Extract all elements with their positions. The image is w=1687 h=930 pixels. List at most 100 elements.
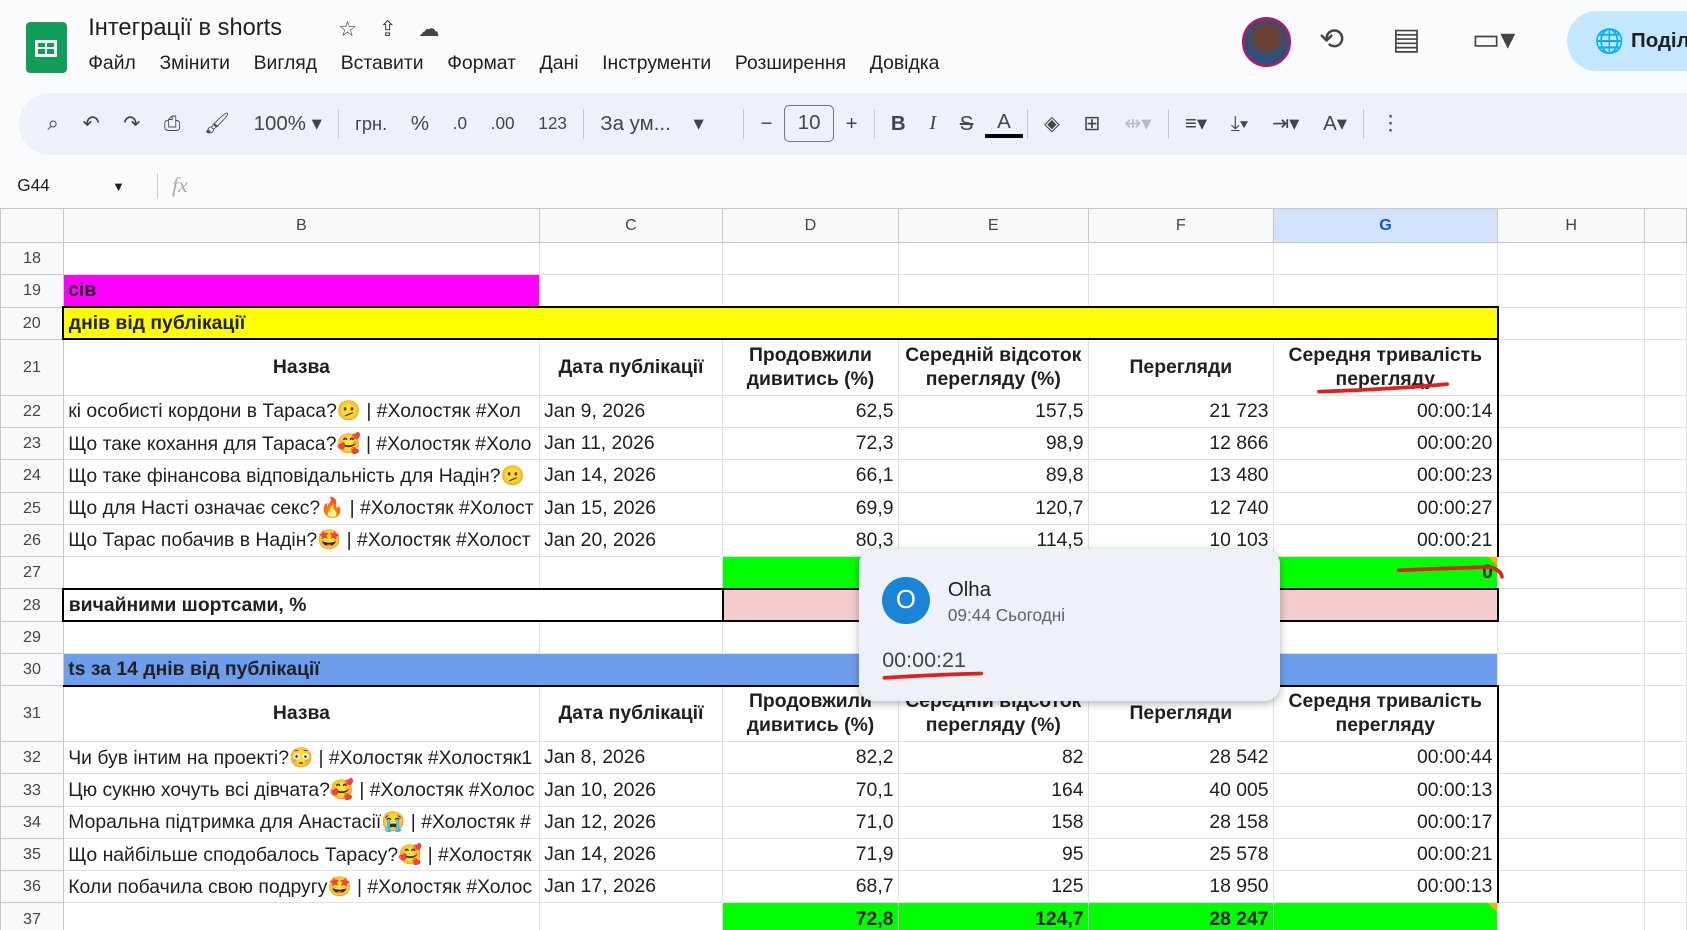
row-number[interactable]: 36	[0, 870, 64, 904]
undo-icon[interactable]: ↶	[71, 111, 112, 136]
menu-format[interactable]: Формат	[447, 52, 516, 75]
views-cell[interactable]: 12 740	[1087, 491, 1274, 525]
redo-icon[interactable]: ↷	[111, 111, 152, 136]
header-cell[interactable]: Назва	[62, 685, 540, 743]
cell[interactable]	[1272, 620, 1499, 654]
row-number[interactable]: 29	[0, 620, 64, 654]
cell[interactable]	[1497, 652, 1646, 687]
menu-data[interactable]: Дані	[540, 52, 579, 75]
cell[interactable]	[1497, 741, 1646, 775]
cell[interactable]	[1497, 870, 1646, 904]
decrease-decimal-button[interactable]: .0	[441, 113, 479, 134]
total-cell[interactable]: 124,7	[897, 902, 1089, 930]
cell[interactable]	[1644, 338, 1687, 396]
column-header-c[interactable]: C	[538, 207, 724, 244]
date-cell[interactable]: Jan 10, 2026	[538, 773, 724, 807]
avg-duration-cell[interactable]: 00:00:21	[1272, 523, 1499, 558]
cell[interactable]	[538, 902, 724, 930]
fill-color-icon[interactable]: ◈	[1032, 111, 1071, 136]
cell[interactable]	[1644, 805, 1687, 839]
move-to-drive-icon[interactable]: ⇪	[379, 17, 397, 42]
avg-percent-cell[interactable]: 157,5	[897, 394, 1089, 429]
cell[interactable]	[1497, 274, 1646, 308]
cell[interactable]	[1644, 741, 1687, 775]
title-cell[interactable]: Коли побачила свою подругу🤩 | #Холостяк …	[62, 870, 540, 904]
title-cell[interactable]: Що таке фінансова відповідальність для Н…	[62, 459, 540, 493]
row-number[interactable]: 19	[0, 274, 64, 308]
more-icon[interactable]: ⋮	[1368, 111, 1412, 136]
row-number[interactable]: 18	[0, 242, 64, 276]
cell[interactable]	[1644, 394, 1687, 429]
bold-button[interactable]: B	[879, 112, 917, 136]
row-number[interactable]: 34	[0, 805, 64, 839]
horizontal-align-icon[interactable]: ≡▾	[1173, 111, 1219, 136]
cell[interactable]	[1497, 523, 1646, 558]
search-icon[interactable]: ⌕	[19, 112, 70, 136]
currency-format-button[interactable]: грн.	[343, 113, 399, 135]
comment-indicator[interactable]	[1488, 557, 1497, 567]
title-cell[interactable]: Цю сукню хочуть всі дівчата?🥰 | #Холостя…	[62, 773, 540, 807]
column-header-h[interactable]: H	[1497, 207, 1646, 244]
cell[interactable]	[1497, 902, 1646, 930]
continued-watching-cell[interactable]: 66,1	[722, 459, 899, 493]
borders-icon[interactable]: ⊞	[1072, 111, 1113, 136]
cell[interactable]	[1644, 620, 1687, 654]
avg-duration-cell[interactable]: 00:00:21	[1272, 837, 1499, 872]
views-cell[interactable]: 40 005	[1087, 773, 1274, 807]
cell[interactable]	[62, 620, 540, 654]
cell[interactable]	[1644, 773, 1687, 807]
avg-duration-cell[interactable]: 00:00:17	[1272, 805, 1499, 839]
views-cell[interactable]: 13 480	[1087, 459, 1274, 493]
date-cell[interactable]: Jan 17, 2026	[538, 870, 724, 904]
section-title-cell[interactable]: ts за 14 днів від публікації	[62, 652, 1499, 687]
title-cell[interactable]: Що Тарас побачив в Надін?🤩 | #Холостяк #…	[62, 523, 540, 558]
increase-decimal-button[interactable]: .00	[479, 113, 527, 134]
cell[interactable]	[1497, 306, 1646, 340]
title-cell[interactable]: кі особисті кордони в Тараса?🫤 | #Холост…	[62, 394, 540, 429]
row-number[interactable]: 31	[0, 685, 64, 743]
row-number[interactable]: 35	[0, 837, 64, 872]
header-cell[interactable]: Середня тривалість перегляду	[1272, 338, 1499, 396]
cell[interactable]	[1644, 459, 1687, 493]
cell[interactable]	[1087, 242, 1274, 276]
cell[interactable]	[538, 242, 724, 276]
cell[interactable]	[1644, 556, 1687, 590]
avg-percent-cell[interactable]: 89,8	[897, 459, 1089, 493]
cell[interactable]	[1644, 242, 1687, 276]
text-rotation-icon[interactable]: A▾	[1311, 111, 1359, 136]
continued-watching-cell[interactable]: 82,2	[722, 741, 899, 775]
merge-cells-icon[interactable]: ⇹▾	[1112, 111, 1163, 136]
date-cell[interactable]: Jan 11, 2026	[538, 427, 724, 461]
views-cell[interactable]: 25 578	[1087, 837, 1274, 872]
cell[interactable]	[538, 556, 724, 590]
header-cell[interactable]: Середня тривалість перегляду	[1272, 685, 1499, 743]
comment-popup[interactable]: O Olha 09:44 Сьогодні 00:00:21	[858, 548, 1281, 702]
paint-format-icon[interactable]: 🖌	[192, 111, 242, 136]
menu-help[interactable]: Довідка	[870, 52, 940, 75]
menu-view[interactable]: Вигляд	[254, 52, 317, 75]
row-number[interactable]: 20	[0, 306, 64, 340]
row-number[interactable]: 22	[0, 394, 64, 429]
cell[interactable]	[1497, 491, 1646, 525]
title-cell[interactable]: Чи був інтим на проекті?😳 | #Холостяк #Х…	[62, 741, 540, 775]
total-cell[interactable]	[1272, 902, 1499, 930]
date-cell[interactable]: Jan 14, 2026	[538, 459, 724, 493]
title-cell[interactable]: Що для Насті означає секс?🔥 | #Холостяк …	[62, 491, 540, 525]
cell[interactable]	[1497, 556, 1646, 590]
history-icon[interactable]: ⟲	[1319, 22, 1344, 57]
avg-duration-cell[interactable]: 00:00:20	[1272, 427, 1499, 461]
spreadsheet-grid[interactable]: B C D E F G H 18 19 сів 20 днів від публік…	[0, 207, 1687, 930]
font-size-input[interactable]: 10	[784, 105, 834, 142]
cloud-saved-icon[interactable]: ☁	[418, 17, 440, 42]
header-cell[interactable]: Дата публікації	[538, 685, 724, 743]
avg-percent-cell[interactable]: 82	[897, 741, 1089, 775]
comment-indicator[interactable]	[1488, 903, 1497, 913]
header-cell[interactable]: Продовжили дивитись (%)	[722, 338, 899, 396]
cell[interactable]	[62, 556, 540, 590]
cell[interactable]	[897, 242, 1089, 276]
cell[interactable]	[1087, 274, 1274, 308]
cell[interactable]	[722, 274, 899, 308]
comments-icon[interactable]: ▤	[1392, 22, 1420, 57]
total-cell[interactable]: 28 247	[1087, 902, 1274, 930]
avg-percent-cell[interactable]: 164	[897, 773, 1089, 807]
